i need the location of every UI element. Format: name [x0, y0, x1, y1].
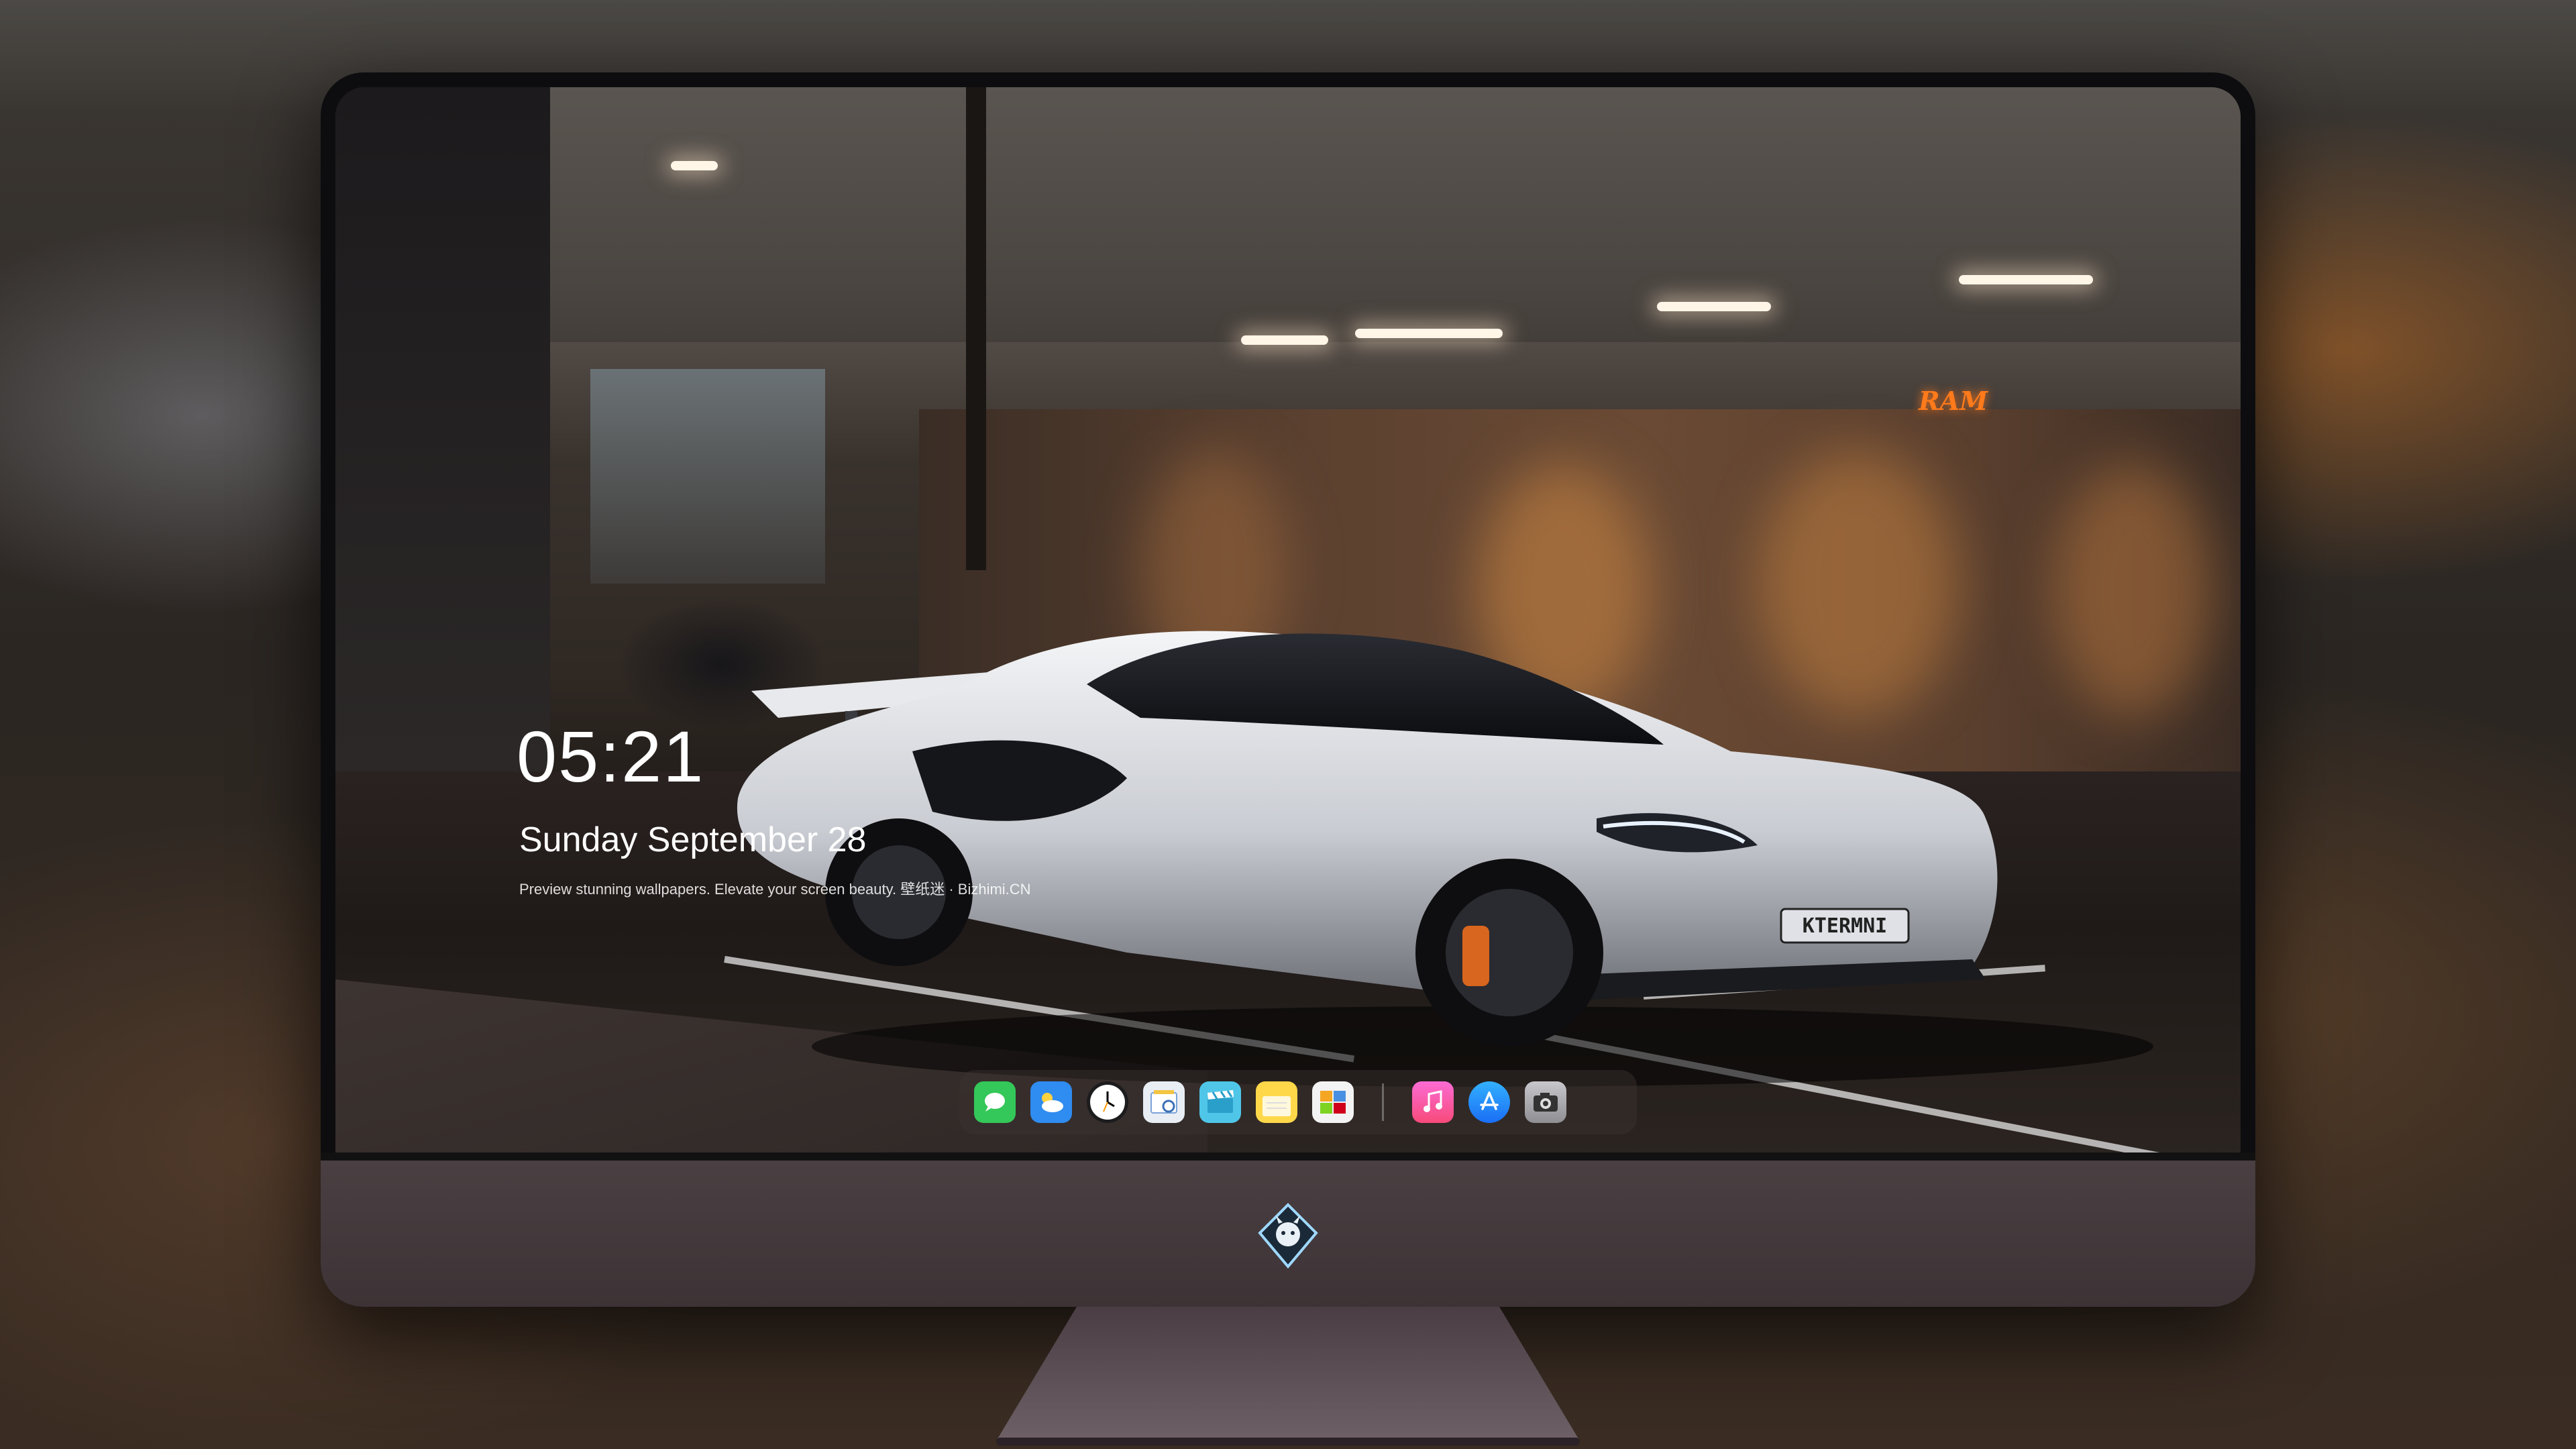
neon-sign: RAM — [1919, 386, 1988, 416]
dock-separator — [1382, 1083, 1384, 1121]
wallpaper-tree-trunk — [966, 87, 986, 570]
lock-screen[interactable]: RAM KTERMNI 05:21 Sunday September 28 Pr… — [335, 87, 2241, 1161]
app-store-icon[interactable] — [1468, 1081, 1510, 1123]
brand-logo-icon — [1258, 1203, 1318, 1269]
weather-icon[interactable] — [1030, 1081, 1072, 1123]
clock-icon[interactable] — [1087, 1081, 1128, 1123]
sports-car: KTERMNI — [737, 631, 2153, 1087]
ceiling-lamp — [1355, 329, 1503, 338]
monitor-stand — [996, 1307, 1580, 1446]
messages-icon[interactable] — [974, 1081, 1016, 1123]
license-plate: KTERMNI — [1803, 914, 1887, 938]
lock-screen-date: Sunday September 28 — [519, 820, 867, 859]
preview-icon[interactable] — [1143, 1081, 1185, 1123]
wallpaper-credit: Preview stunning wallpapers. Elevate you… — [519, 881, 1031, 898]
ceiling-lamp — [671, 161, 718, 170]
lock-screen-clock: 05:21 — [517, 716, 705, 797]
ceiling-lamp — [1959, 275, 2093, 284]
dock — [959, 1070, 1637, 1134]
music-icon[interactable] — [1412, 1081, 1454, 1123]
notes-icon[interactable] — [1256, 1081, 1297, 1123]
photo-booth-icon[interactable] — [1312, 1081, 1354, 1123]
ceiling-lamp — [1657, 302, 1771, 311]
camera-icon[interactable] — [1525, 1081, 1566, 1123]
clips-icon[interactable] — [1199, 1081, 1241, 1123]
imac-monitor: RAM KTERMNI 05:21 Sunday September 28 Pr… — [321, 72, 2255, 1307]
wallpaper-city-street — [335, 87, 550, 771]
ceiling-lamp — [1241, 335, 1328, 345]
